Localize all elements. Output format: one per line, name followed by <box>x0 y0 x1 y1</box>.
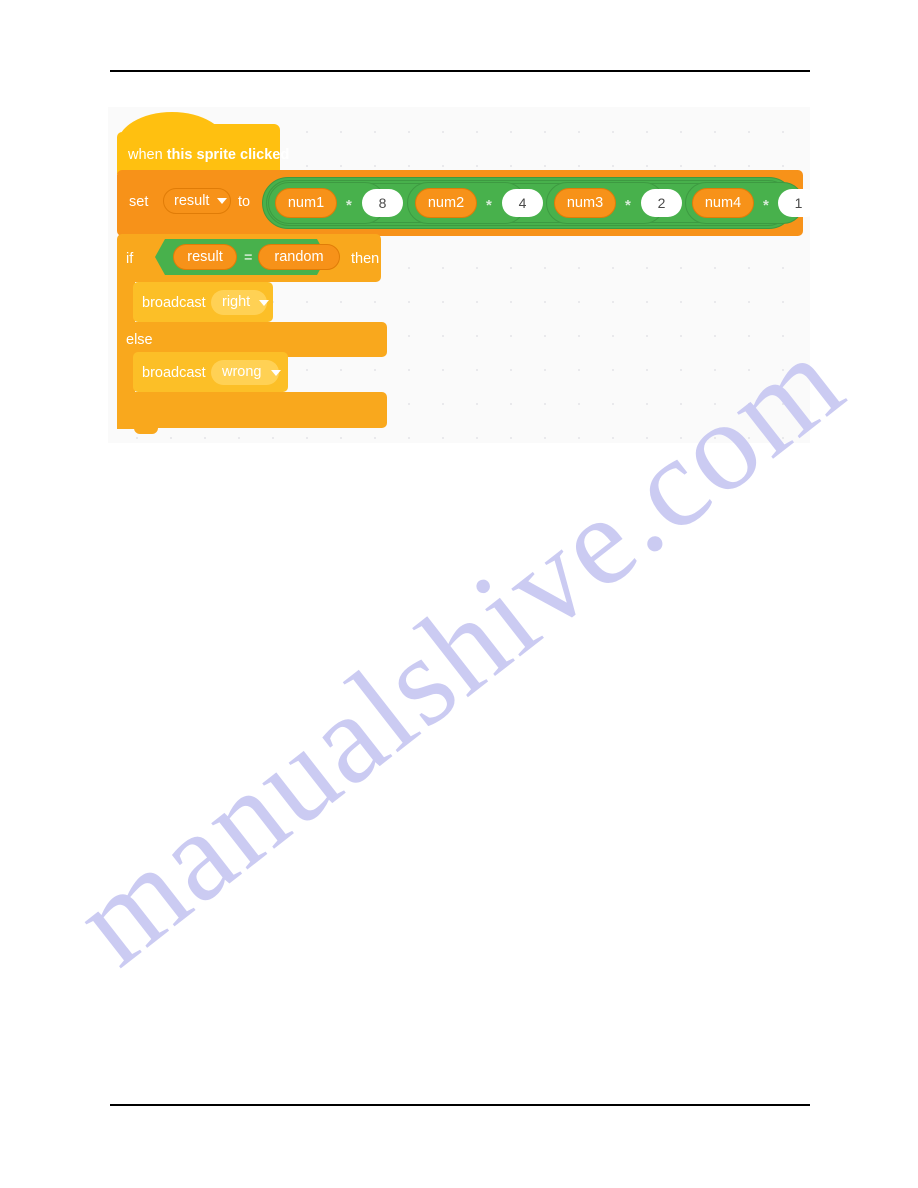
header-rule <box>110 70 810 72</box>
variable-label-random: random <box>274 248 324 265</box>
multiply-symbol-1: * <box>346 197 352 214</box>
variable-dropdown-label: result <box>174 192 210 209</box>
if-else-closing-bar <box>117 392 387 428</box>
equals-symbol: = <box>244 250 253 266</box>
broadcast-block-right[interactable]: broadcast right <box>133 282 273 329</box>
if-else-bottom-notch <box>134 427 158 434</box>
then-keyword-label: then <box>351 251 380 267</box>
broadcast-wrong-keyword: broadcast <box>142 365 206 381</box>
broadcast-message-label-right: right <box>222 294 251 311</box>
chevron-down-icon <box>270 369 281 376</box>
broadcast-block-wrong[interactable]: broadcast wrong <box>133 352 288 399</box>
chevron-down-icon <box>259 299 270 306</box>
set-block-top-notch <box>125 170 149 175</box>
variable-label-result: result <box>187 248 223 265</box>
scratch-canvas: when this sprite clicked set result to n… <box>108 107 810 443</box>
multiply-symbol-2: * <box>486 197 492 214</box>
if-header-top-notch <box>125 234 149 238</box>
variable-oval-num2[interactable]: num2 <box>415 188 477 218</box>
multiply-symbol-3: * <box>625 197 631 214</box>
chevron-down-icon <box>217 198 228 204</box>
variable-label-num3: num3 <box>566 194 604 211</box>
variable-oval-num1[interactable]: num1 <box>275 188 337 218</box>
footer-rule <box>110 1104 810 1106</box>
variable-label-num4: num4 <box>704 194 742 211</box>
hat-block-when-sprite-clicked[interactable]: when this sprite clicked <box>117 112 289 179</box>
if-keyword-label: if <box>126 251 134 267</box>
number-label-1: 1 <box>794 195 803 211</box>
variable-dropdown-result[interactable]: result <box>163 188 231 214</box>
multiply-symbol-4: * <box>763 197 769 214</box>
broadcast-message-dropdown-wrong[interactable]: wrong <box>211 360 281 385</box>
broadcast-right-keyword: broadcast <box>142 295 206 311</box>
variable-oval-result[interactable]: result <box>173 244 237 270</box>
number-input-4[interactable]: 4 <box>502 189 543 217</box>
hat-label-sprite-clicked: this sprite clicked <box>166 147 290 163</box>
set-keyword-label: set <box>129 194 149 210</box>
hat-block-label: when this sprite clicked <box>128 146 289 164</box>
set-variable-block[interactable]: set result to num1 * 8 + <box>117 170 810 241</box>
variable-oval-random[interactable]: random <box>258 244 340 270</box>
number-label-8: 8 <box>378 195 387 211</box>
to-keyword-label: to <box>238 194 251 210</box>
broadcast-right-top-notch <box>142 282 166 286</box>
broadcast-wrong-top-notch <box>142 352 166 356</box>
broadcast-message-label-wrong: wrong <box>222 364 262 381</box>
broadcast-message-dropdown-right[interactable]: right <box>211 290 270 315</box>
else-keyword-label: else <box>126 332 153 348</box>
number-label-2: 2 <box>657 195 666 211</box>
variable-oval-num3[interactable]: num3 <box>554 188 616 218</box>
variable-oval-num4[interactable]: num4 <box>692 188 754 218</box>
number-label-4: 4 <box>518 195 527 211</box>
document-page: when this sprite clicked set result to n… <box>0 0 918 1188</box>
hat-label-when: when <box>128 147 167 163</box>
variable-label-num1: num1 <box>287 194 325 211</box>
number-input-1[interactable]: 1 <box>778 189 810 217</box>
variable-label-num2: num2 <box>427 194 465 211</box>
number-input-8[interactable]: 8 <box>362 189 403 217</box>
number-input-2[interactable]: 2 <box>641 189 682 217</box>
if-else-block[interactable]: if result = random then broadcast right <box>117 234 389 434</box>
